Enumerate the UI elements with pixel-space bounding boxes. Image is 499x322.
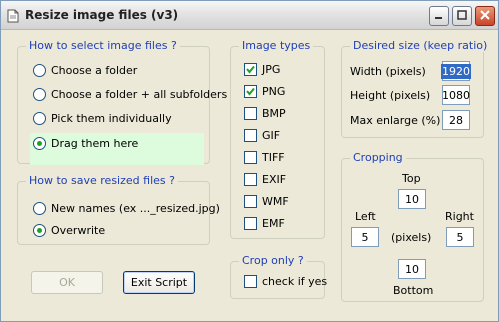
image-type-label: TIFF [262, 151, 285, 164]
image-type-jpg-row[interactable]: JPG [244, 63, 280, 76]
radio-button[interactable] [33, 64, 46, 77]
image-type-wmf-row[interactable]: WMF [244, 195, 289, 208]
radio-selected-dot [37, 141, 42, 146]
crop-top-label: Top [402, 172, 421, 185]
max-enlarge-label: Max enlarge (%) [350, 114, 441, 127]
height-label: Height (pixels) [350, 89, 431, 102]
radio-button[interactable] [33, 112, 46, 125]
image-type-exif-row[interactable]: EXIF [244, 173, 286, 186]
crop-left-input[interactable]: 5 [351, 227, 379, 247]
image-type-checkbox[interactable] [244, 173, 257, 186]
radio-choose-folder[interactable]: Choose a folder [33, 64, 137, 77]
width-input[interactable]: 1920 [441, 61, 471, 81]
crop-bottom-value: 10 [405, 262, 419, 276]
image-type-checkbox[interactable] [244, 85, 257, 98]
cropping-group: Cropping Top 10 Left 5 Right 5 (pixels) … [341, 151, 484, 302]
checkmark-icon [246, 65, 255, 74]
crop-only-label: check if yes [262, 275, 328, 288]
resize-dialog-window: Resize image files (v3) How to select im… [0, 0, 499, 322]
crop-right-value: 5 [456, 230, 464, 244]
image-type-gif-row[interactable]: GIF [244, 129, 280, 142]
radio-label: New names (ex ..._resized.jpg) [51, 202, 220, 215]
ok-button[interactable]: OK [31, 271, 103, 294]
image-type-label: WMF [262, 195, 289, 208]
cropping-legend: Cropping [350, 151, 406, 164]
select-files-group: How to select image files ? Choose a fol… [17, 39, 227, 165]
image-type-label: PNG [262, 85, 286, 98]
image-type-tiff-row[interactable]: TIFF [244, 151, 285, 164]
crop-only-legend: Crop only ? [239, 254, 307, 267]
radio-label: Overwrite [51, 224, 106, 237]
radio-label: Choose a folder [51, 64, 138, 77]
image-type-label: JPG [262, 63, 281, 76]
exit-script-button[interactable]: Exit Script [123, 271, 195, 294]
radio-choose-folder-subfolders[interactable]: Choose a folder + all subfolders [33, 88, 227, 101]
image-type-label: GIF [262, 129, 281, 142]
window-title: Resize image files (v3) [25, 8, 179, 22]
image-type-checkbox[interactable] [244, 195, 257, 208]
max-enlarge-input[interactable]: 28 [442, 110, 470, 130]
image-type-label: EMF [262, 217, 285, 230]
desired-size-group: Desired size (keep ratio) Width (pixels)… [341, 39, 491, 138]
image-types-legend: Image types [239, 39, 314, 52]
maximize-button[interactable] [452, 6, 472, 26]
crop-top-value: 10 [405, 192, 419, 206]
minimize-button[interactable] [429, 6, 449, 26]
radio-button[interactable] [33, 88, 46, 101]
crop-left-label: Left [355, 210, 376, 223]
crop-only-checkbox-row[interactable]: check if yes [244, 275, 327, 288]
image-type-label: EXIF [262, 173, 287, 186]
desired-size-legend: Desired size (keep ratio) [350, 39, 491, 52]
image-type-bmp-row[interactable]: BMP [244, 107, 286, 120]
crop-bottom-input[interactable]: 10 [398, 259, 426, 279]
width-label: Width (pixels) [350, 65, 426, 78]
max-enlarge-value: 28 [449, 113, 463, 127]
crop-only-group: Crop only ? check if yes [230, 254, 327, 299]
checkmark-icon [246, 87, 255, 96]
close-button[interactable] [475, 6, 495, 26]
maximize-icon [457, 9, 467, 23]
image-type-label: BMP [262, 107, 286, 120]
crop-only-checkbox[interactable] [244, 275, 257, 288]
crop-right-label: Right [445, 210, 474, 223]
radio-button-selected[interactable] [33, 137, 46, 150]
radio-label: Pick them individually [51, 112, 172, 125]
close-icon [480, 9, 490, 23]
crop-left-value: 5 [361, 230, 369, 244]
radio-button[interactable] [33, 202, 46, 215]
radio-drag-them-here[interactable]: Drag them here [33, 137, 138, 150]
radio-label: Drag them here [51, 137, 139, 150]
radio-selected-dot [37, 228, 42, 233]
select-files-legend: How to select image files ? [26, 39, 180, 52]
crop-unit-label: (pixels) [391, 231, 432, 244]
title-bar[interactable]: Resize image files (v3) [1, 1, 498, 30]
crop-right-input[interactable]: 5 [446, 227, 474, 247]
crop-top-input[interactable]: 10 [398, 189, 426, 209]
image-types-group: Image types JPG PNG BMP GIF TIFF EXIF WMF EMF [230, 39, 325, 239]
crop-bottom-label: Bottom [393, 284, 434, 297]
height-input[interactable]: 1080 [442, 85, 470, 105]
image-type-checkbox[interactable] [244, 63, 257, 76]
app-icon [6, 9, 20, 23]
radio-overwrite[interactable]: Overwrite [33, 224, 105, 237]
save-files-legend: How to save resized files ? [26, 174, 178, 187]
image-type-checkbox[interactable] [244, 129, 257, 142]
save-files-group: How to save resized files ? New names (e… [17, 174, 220, 245]
image-type-png-row[interactable]: PNG [244, 85, 285, 98]
height-value: 1080 [442, 88, 470, 102]
radio-label: Choose a folder + all subfolders [51, 88, 228, 101]
image-type-emf-row[interactable]: EMF [244, 217, 285, 230]
image-type-checkbox[interactable] [244, 151, 257, 164]
width-value: 1920 [441, 63, 471, 79]
image-type-checkbox[interactable] [244, 107, 257, 120]
radio-button-selected[interactable] [33, 224, 46, 237]
minimize-icon [434, 10, 444, 23]
radio-pick-individually[interactable]: Pick them individually [33, 112, 172, 125]
radio-new-names[interactable]: New names (ex ..._resized.jpg) [33, 202, 220, 215]
image-type-checkbox[interactable] [244, 217, 257, 230]
